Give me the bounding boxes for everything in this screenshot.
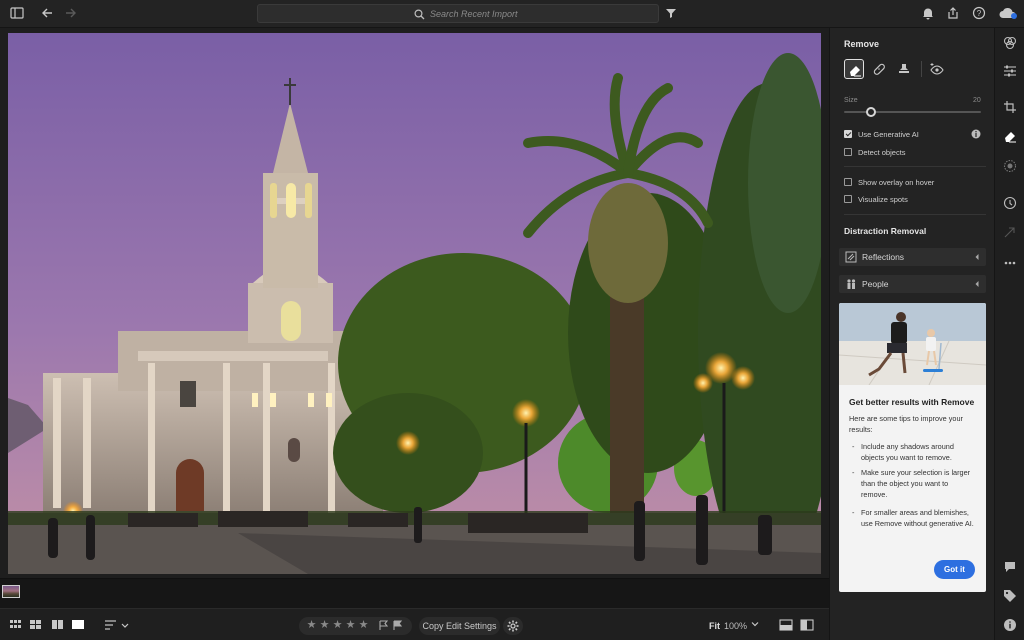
flag-reject-icon[interactable] [393,620,404,631]
chevron-left-icon [974,280,980,288]
reflections-icon [845,251,857,263]
clone-tool-button[interactable] [894,59,914,79]
grid-view-icon[interactable] [10,619,23,631]
heal-tool-button[interactable] [869,59,889,79]
rating-control: ★ ★ ★ ★ ★ [299,617,412,635]
tool-rail [994,28,1024,640]
forward-arrow-icon[interactable] [64,6,80,22]
versions-icon[interactable] [1003,226,1017,240]
use-generative-ai-label: Use Generative AI [858,129,919,139]
stamp-icon [897,62,911,76]
share-icon[interactable] [946,6,962,22]
bandage-icon [872,62,886,76]
sort-icon[interactable] [105,619,129,631]
panel-title: Remove [844,39,880,49]
remove-eraser-icon[interactable] [1003,129,1017,143]
back-arrow-icon[interactable] [40,6,56,22]
search-bar[interactable] [257,4,659,23]
presets-icon[interactable] [1003,36,1017,50]
filmstrip-thumbnail[interactable] [2,585,20,598]
remove-panel: Remove Size 20 Use Generative AI Detect … [829,28,994,640]
crop-icon[interactable] [1003,100,1017,114]
cloud-sync-icon[interactable] [998,6,1018,22]
tips-intro: Here are some tips to improve your resul… [849,414,963,434]
filmstrip [0,578,829,608]
distraction-removal-title: Distraction Removal [844,226,927,236]
remove-tool-button[interactable] [844,59,864,79]
show-overlay-checkbox[interactable] [844,178,852,186]
use-generative-ai-checkbox[interactable] [844,130,852,138]
fit-zoom-option[interactable]: Fit [709,621,720,631]
tag-icon[interactable] [1003,589,1017,603]
zoom-level[interactable]: 100% [724,621,747,631]
bell-icon[interactable] [921,6,937,22]
got-it-button[interactable]: Got it [934,560,975,579]
search-icon [414,9,425,20]
copy-edit-settings-button[interactable]: Copy Edit Settings [419,617,500,635]
svg-text:?: ? [977,9,982,18]
filter-icon[interactable] [665,7,681,23]
before-after-icon[interactable] [779,619,793,631]
show-overlay-label: Show overlay on hover [858,177,935,187]
tip-item: Include any shadows around objects you w… [852,441,976,463]
visualize-spots-label: Visualize spots [858,194,908,204]
photo-canvas [0,28,829,578]
visualize-spots-option[interactable]: Visualize spots [844,193,908,205]
visualize-spots-checkbox[interactable] [844,195,852,203]
star-icon[interactable]: ★ [319,620,330,631]
panel-toggle-icon[interactable] [10,6,26,22]
eye-sparkle-icon [930,62,944,76]
tips-title: Get better results with Remove [849,397,975,407]
search-input[interactable] [430,7,630,20]
detect-objects-option[interactable]: Detect objects [844,146,906,158]
gear-icon [507,620,519,632]
edit-sliders-icon[interactable] [1003,64,1017,78]
size-value: 20 [973,97,981,104]
reflections-label: Reflections [862,252,905,262]
info-panel-icon[interactable] [1003,618,1017,632]
split-view-icon[interactable] [800,619,814,631]
comment-icon[interactable] [1003,560,1017,574]
detect-objects-checkbox[interactable] [844,148,852,156]
star-icon[interactable]: ★ [332,620,343,631]
reflections-accordion[interactable]: Reflections [839,248,986,266]
star-icon[interactable]: ★ [345,620,356,631]
use-generative-ai-option[interactable]: Use Generative AI [844,128,919,140]
people-accordion[interactable]: People [839,275,986,293]
people-label: People [862,279,889,289]
masking-icon[interactable] [1003,159,1017,173]
top-bar: ? [0,0,1024,28]
chevron-left-icon [974,253,980,261]
single-view-icon[interactable] [72,619,85,631]
section-divider [844,214,986,215]
history-icon[interactable] [1003,196,1017,210]
chevron-down-icon[interactable] [751,620,759,632]
people-icon [845,278,857,290]
help-icon[interactable]: ? [972,6,988,22]
star-icon[interactable]: ★ [306,620,317,631]
tips-illustration [839,303,986,385]
tips-card: Get better results with Remove Here are … [839,303,986,592]
eraser-icon [848,63,862,77]
size-slider-track[interactable] [844,111,981,113]
bottom-bar: ★ ★ ★ ★ ★ Copy Edit Settings Fit 100% [0,608,829,640]
tip-item: For smaller areas and blemishes, use Rem… [852,507,976,529]
visualize-tool-button[interactable] [927,59,947,79]
tool-divider [921,61,922,77]
section-divider [844,166,986,167]
size-slider-thumb[interactable] [866,107,877,117]
star-icon[interactable]: ★ [358,620,369,631]
flag-pick-icon[interactable] [379,620,390,631]
size-label: Size [844,97,858,104]
photo-preview[interactable] [8,33,821,574]
compare-view-icon[interactable] [52,619,65,631]
square-grid-icon[interactable] [30,619,43,631]
detect-objects-label: Detect objects [858,147,906,157]
info-icon[interactable] [971,129,981,139]
tip-item: Make sure your selection is larger than … [852,467,976,500]
show-overlay-option[interactable]: Show overlay on hover [844,176,934,188]
more-icon[interactable] [1003,256,1017,270]
copy-settings-gear[interactable] [503,617,523,635]
